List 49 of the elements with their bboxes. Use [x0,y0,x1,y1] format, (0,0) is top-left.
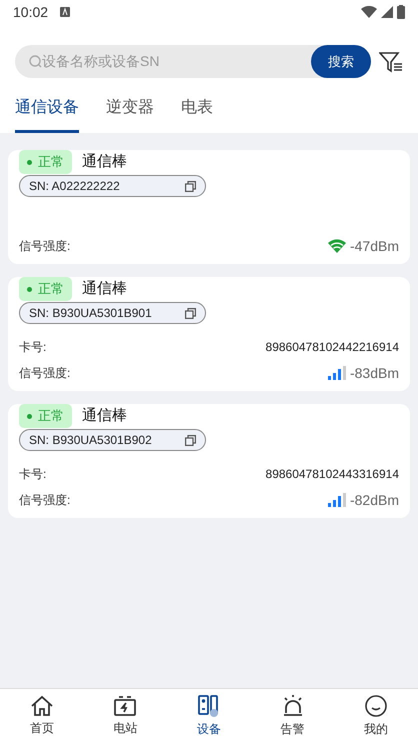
status-text: 正常 [38,153,64,172]
card-number: 89860478102443316914 [266,466,399,483]
sn-text: SN: B930UA5301B902 [29,432,152,449]
tab[interactable]: 电表 [181,96,213,133]
signal-label: 信号强度: [19,492,70,509]
copy-icon[interactable] [185,434,196,446]
card-label: 卡号: [19,466,46,483]
tab[interactable]: 通信设备 [15,96,79,133]
card-number: 89860478102442216914 [266,339,399,356]
nav-tab[interactable]: 首页 [0,689,84,743]
nav-tab[interactable]: 告警 [250,689,334,743]
copy-icon[interactable] [185,308,196,318]
signal-bars-icon [328,366,346,380]
device-name: 通信棒 [82,152,127,172]
battery-icon [397,5,405,19]
device-icon [196,694,221,718]
signal-value: -83dBm [350,364,399,382]
nav-tab[interactable]: 我的 [334,689,418,743]
search-field[interactable]: 设备名称或设备SN 搜索 [15,45,371,78]
device-card[interactable]: 正常 通信棒 SN: A022222222 信号强度: -47dBm [8,150,410,264]
sn-text: SN: B930UA5301B901 [29,305,152,322]
signal-label: 信号强度: [19,365,70,382]
signal-value: -47dBm [350,236,399,256]
device-card[interactable]: 正常 通信棒 SN: B930UA5301B902 卡号: 89860478102443316914 信号强度: -82dBm [8,404,410,518]
signal-bars-icon [328,493,346,507]
status-text: 正常 [38,407,64,426]
cell-signal-icon [381,6,393,18]
sn-text: SN: A022222222 [29,178,120,195]
battery-bolt-icon [113,695,138,717]
status-time: 10:02 [13,2,48,22]
signal-value: -82dBm [350,490,399,510]
wifi-icon [328,239,346,253]
device-name: 通信棒 [82,278,127,299]
tab[interactable]: 逆变器 [106,96,154,133]
filter-icon[interactable] [379,50,403,72]
smiley-icon [364,694,388,718]
nav-tab[interactable]: 设备 [167,689,251,743]
device-card[interactable]: 正常 通信棒 SN: B930UA5301B901 卡号: 89860478102442216914 信号强度: -83dBm [8,277,410,391]
copy-icon[interactable] [185,180,196,192]
search-icon [29,55,42,68]
notification-icon [60,7,70,17]
card-label: 卡号: [19,339,46,356]
nav-tab[interactable]: 电站 [84,689,168,743]
home-icon [30,695,54,717]
signal-label: 信号强度: [19,238,70,255]
device-name: 通信棒 [82,406,127,426]
wifi-status-icon [361,6,377,18]
search-button[interactable]: 搜索 [311,45,371,78]
status-text: 正常 [38,280,64,298]
